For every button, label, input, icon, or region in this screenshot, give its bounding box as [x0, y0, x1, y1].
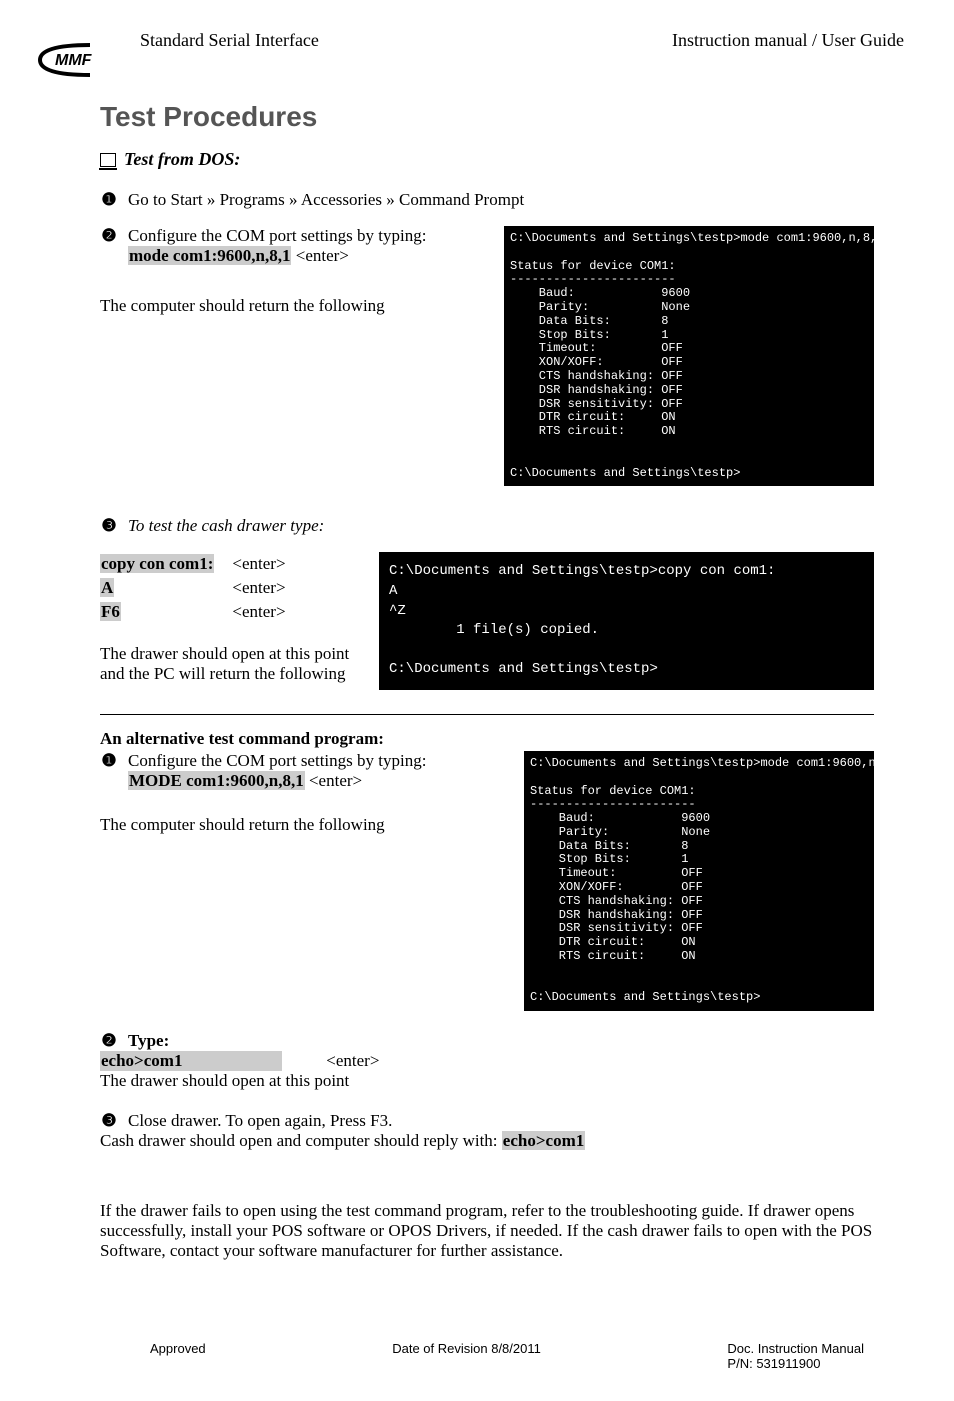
bullet-alt2: ❷ [100, 1031, 118, 1051]
step-3-label: ❸ To test the cash drawer type: [100, 516, 874, 536]
cmd-echo-com1: echo>com1 [100, 1051, 282, 1071]
step-2: ❷ Configure the COM port settings by typ… [100, 226, 484, 266]
cmd-mode-com1: mode com1:9600,n,8,1 [128, 246, 291, 265]
footer-center: Date of Revision 8/8/2011 [392, 1341, 541, 1371]
terminal-output-1: C:\Documents and Settings\testp>mode com… [504, 226, 874, 486]
monitor-icon [100, 153, 116, 167]
bullet-3: ❸ [100, 516, 118, 536]
section-divider [100, 714, 874, 715]
terminal-output-3: C:\Documents and Settings\testp>mode com… [524, 751, 874, 1011]
alt-title: An alternative test command program: [100, 729, 874, 749]
bullet-2: ❷ [100, 226, 118, 246]
bullet-alt3: ❸ [100, 1111, 118, 1131]
step-1: ❶ Go to Start » Programs » Accessories »… [100, 190, 874, 210]
page-header: Standard Serial Interface Instruction ma… [140, 30, 904, 51]
mmf-logo: MMF [25, 40, 115, 80]
header-left: Standard Serial Interface [140, 30, 319, 51]
subheading-test-from-dos: Test from DOS: [100, 149, 874, 170]
bullet-alt1: ❶ [100, 751, 118, 771]
alt-step-3: ❸ Close drawer. To open again, Press F3. [100, 1111, 874, 1131]
closing-paragraph: If the drawer fails to open using the te… [100, 1201, 874, 1261]
footer-right-1: Doc. Instruction Manual [727, 1341, 864, 1356]
cmd-table: copy con com1: <enter> A <enter> F6 <ent… [100, 552, 304, 624]
step2-result-label: The computer should return the following [100, 296, 484, 316]
svg-text:MMF: MMF [55, 52, 93, 69]
footer-right-2: P/N: 531911900 [727, 1356, 864, 1371]
bullet-1: ❶ [100, 190, 118, 210]
alt-step-2: ❷ Type: [100, 1031, 874, 1051]
alt-step-1: ❶ Configure the COM port settings by typ… [100, 751, 504, 791]
footer-left: Approved [150, 1341, 206, 1371]
terminal-output-2: C:\Documents and Settings\testp>copy con… [379, 552, 874, 690]
page-footer: Approved Date of Revision 8/8/2011 Doc. … [150, 1341, 864, 1371]
section-title: Test Procedures [100, 101, 904, 133]
cmd-mode-com1-caps: MODE com1:9600,n,8,1 [128, 771, 305, 790]
header-right: Instruction manual / User Guide [672, 30, 904, 51]
